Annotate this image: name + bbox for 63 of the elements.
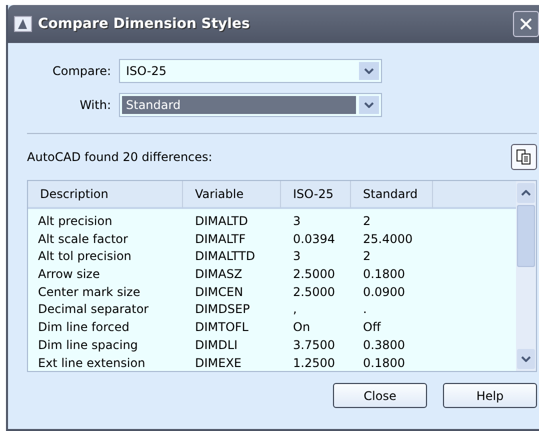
- table-cell-text: Center mark size: [37, 284, 142, 301]
- table-cell-text: 3: [292, 248, 302, 266]
- table-cell-text: Dim line forced: [37, 319, 130, 336]
- table-cell-text: 3: [292, 213, 302, 230]
- copy-button[interactable]: [511, 144, 537, 170]
- table-cell-text: DIMALTF: [194, 230, 247, 248]
- scrollbar[interactable]: [516, 181, 536, 371]
- table-cell-text: Alt precision: [37, 213, 114, 230]
- scroll-up-button[interactable]: [517, 183, 535, 203]
- table-cell-text: Alt scale factor: [37, 230, 129, 248]
- dropdown-value: ISO-25: [125, 63, 168, 80]
- dropdown-field[interactable]: Standard: [119, 93, 382, 117]
- table-cell-text: 1.2500: [292, 354, 336, 372]
- table-cell-text: 0.1800: [362, 266, 406, 284]
- app-icon: [14, 16, 32, 32]
- table-cell-text: .: [362, 301, 368, 318]
- table-cell-text: Alt tol precision: [37, 248, 132, 266]
- table-cell-text: DIMCEN: [194, 284, 244, 301]
- chevron-down-icon: [521, 356, 531, 362]
- copy-icon: [516, 149, 532, 165]
- scroll-thumb[interactable]: [517, 205, 535, 267]
- column-header[interactable]: ISO-25: [281, 181, 351, 209]
- table-cell-text: Off: [362, 319, 382, 336]
- table-cell-text: DIMDLI: [194, 336, 239, 354]
- table-cell-text: Decimal separator: [37, 301, 150, 318]
- differences-summary: AutoCAD found 20 differences:: [27, 150, 212, 164]
- table-cell-text: DIMDSEP: [194, 301, 251, 318]
- table-cell-text: ,: [292, 301, 298, 318]
- close-button[interactable]: [513, 11, 539, 37]
- table-cell-text: DIMASZ: [194, 266, 244, 284]
- table-cell-text: DIMTOFL: [194, 319, 250, 336]
- table-cell-text: DIMALTD: [194, 213, 249, 230]
- column-header[interactable]: Description: [28, 181, 183, 209]
- scroll-down-button[interactable]: [517, 349, 535, 369]
- table-cell-text: 25.4000: [362, 230, 414, 248]
- dropdown-value: Standard: [122, 96, 356, 114]
- column-header[interactable]: Standard: [351, 181, 433, 209]
- table-cell-text: 2: [362, 248, 372, 266]
- table-cell-text: 0.3800: [362, 336, 406, 354]
- table-cell-text: Arrow size: [37, 266, 101, 284]
- table-cell-text: Ext line extension: [37, 354, 146, 372]
- table-cell-text: DIMALTTD: [194, 248, 256, 266]
- table-cell-text: On: [292, 319, 312, 336]
- chevron-up-icon: [521, 190, 531, 196]
- field-label: With:: [78, 98, 112, 112]
- table-cell-text: 2.5000: [292, 266, 336, 284]
- table-cell-text: 2.5000: [292, 284, 336, 301]
- table-cell-text: DIMEXE: [194, 354, 243, 372]
- chevron-down-icon: [364, 102, 374, 108]
- dropdown-field[interactable]: ISO-25: [119, 59, 382, 83]
- field-label: Compare:: [52, 64, 112, 78]
- table-cell-text: 0.1800: [362, 354, 406, 372]
- column-header[interactable]: Variable: [183, 181, 281, 209]
- table-cell-text: 0.0394: [292, 230, 336, 248]
- window-title: Compare Dimension Styles: [38, 16, 251, 32]
- dialog-button[interactable]: Close: [333, 383, 427, 408]
- table-cell-text: Dim line spacing: [37, 336, 139, 354]
- dialog-button[interactable]: Help: [443, 383, 537, 408]
- close-icon: [519, 17, 533, 31]
- table-cell-text: 3.7500: [292, 336, 336, 354]
- table-cell-text: 2: [362, 213, 372, 230]
- table-cell-text: 0.0900: [362, 284, 406, 301]
- chevron-down-icon: [364, 68, 374, 74]
